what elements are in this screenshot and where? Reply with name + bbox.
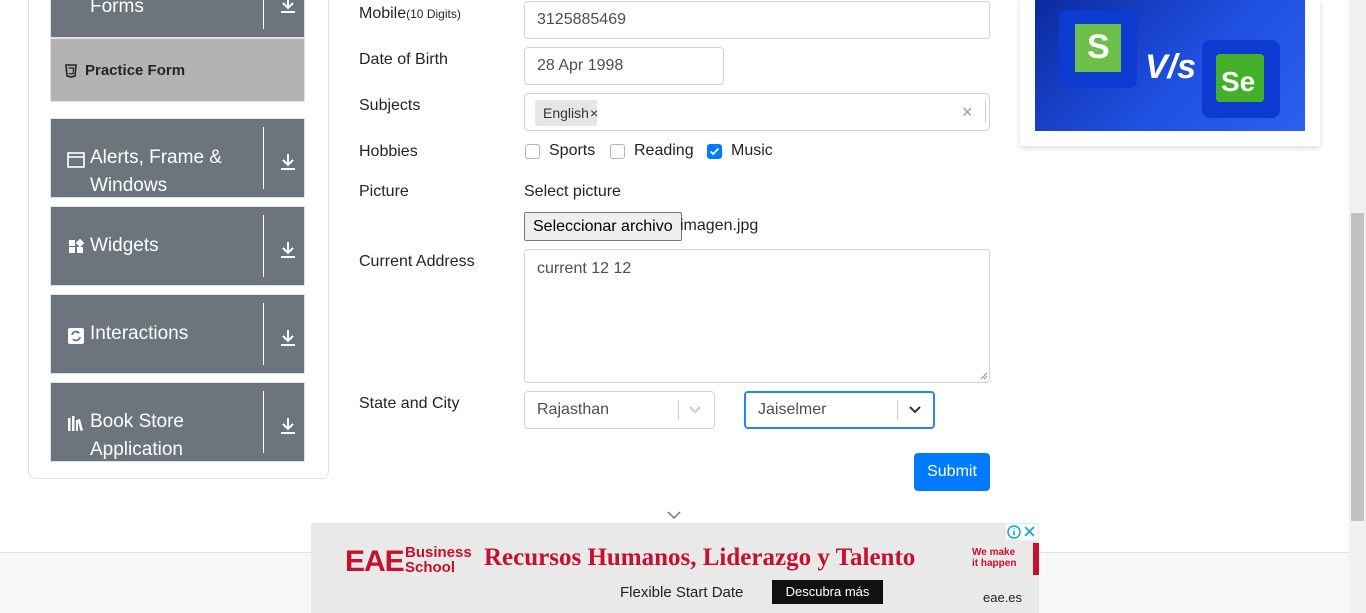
sidebar-group-label: Alerts, Frame & Windows	[90, 147, 222, 196]
ad-domain: eae.es	[983, 590, 1023, 605]
current-address-textarea[interactable]: current 12 12	[524, 249, 990, 383]
sidebar-group-label: Book Store Application	[90, 411, 184, 460]
katalon-logo: S	[1075, 24, 1121, 72]
divider	[263, 391, 264, 453]
picture-label: Picture	[359, 183, 409, 200]
chevron-down-icon[interactable]	[666, 510, 682, 520]
ad-tagline-1: We make	[972, 547, 1016, 558]
current-address-label: Current Address	[359, 253, 475, 270]
select-separator	[897, 400, 898, 420]
hobbies-label: Hobbies	[359, 143, 418, 160]
divider	[263, 127, 264, 189]
file-name: imagen.jpg	[680, 217, 759, 234]
selenium-logo: Se	[1216, 54, 1264, 102]
sidebar-group-alerts[interactable]: Alerts, Frame & Windows	[50, 118, 305, 198]
file-choose-button[interactable]: Seleccionar archivo	[524, 212, 682, 241]
page: { "sidebar": { "forms_label": "Forms", "…	[0, 0, 1366, 613]
scrollbar-thumb[interactable]	[1351, 213, 1364, 521]
subject-tag: English	[535, 100, 597, 126]
ad-brand-logo: EAE	[345, 545, 405, 578]
ad-accent-bar	[1033, 543, 1039, 575]
ad-cta-button[interactable]: Descubra más	[772, 580, 883, 604]
ad-info-icon[interactable]	[1006, 524, 1038, 540]
sidebar-group-label: Widgets	[90, 235, 159, 256]
ad-tagline-2: it happen	[972, 558, 1017, 569]
select-picture-label: Select picture	[524, 183, 621, 200]
resize-handle-icon[interactable]	[980, 372, 988, 380]
divider	[263, 303, 264, 365]
sports-label[interactable]: Sports	[549, 142, 595, 160]
sidebar-group-forms[interactable]: Forms	[50, 0, 305, 38]
divider	[263, 0, 264, 29]
music-checkbox[interactable]	[707, 144, 722, 159]
ad-brand-sub-2: School	[405, 559, 456, 576]
music-label[interactable]: Music	[731, 142, 773, 160]
sidebar-group-label: Interactions	[90, 323, 189, 344]
interactions-icon	[68, 328, 84, 344]
chevron-down-icon[interactable]	[688, 404, 702, 416]
state-select[interactable]: Rajasthan	[524, 391, 715, 429]
remove-tag-icon[interactable]: ×	[590, 100, 598, 126]
sidebar-group-widgets[interactable]: Widgets	[50, 206, 305, 286]
state-city-label: State and City	[359, 395, 460, 412]
select-separator	[678, 400, 679, 420]
state-value: Rajasthan	[537, 401, 610, 418]
subjects-label: Subjects	[359, 97, 421, 114]
katalon-letter: S	[1087, 28, 1110, 66]
check-icon	[709, 147, 720, 156]
download-arrow-icon[interactable]	[278, 328, 298, 348]
select-separator	[985, 100, 986, 122]
selenium-letters: Se	[1221, 66, 1256, 97]
sidebar-item-practice-form[interactable]: Practice Form	[50, 38, 305, 102]
reading-label[interactable]: Reading	[634, 142, 694, 160]
sidebar-item-label: Practice Form	[85, 62, 186, 79]
ad-vs-text: V/s	[1145, 48, 1197, 86]
mobile-hint: (10 Digits)	[406, 7, 461, 21]
ad-headline: Recursos Humanos, Liderazgo y Talento	[484, 544, 916, 571]
date-of-birth-input[interactable]: 28 Apr 1998	[524, 47, 724, 85]
download-arrow-icon[interactable]	[278, 416, 298, 436]
download-arrow-icon[interactable]	[278, 0, 298, 15]
mobile-input[interactable]: 3125885469	[524, 1, 990, 39]
sidebar-group-label: Forms	[90, 0, 144, 17]
ad-tagline: We make it happen	[972, 547, 1016, 569]
ad-choices[interactable]	[1006, 524, 1038, 540]
reading-checkbox[interactable]	[610, 144, 625, 159]
books-icon	[68, 416, 84, 432]
widgets-icon	[69, 239, 85, 253]
sidebar-group-book-store[interactable]: Book Store Application	[50, 382, 305, 462]
chevron-down-icon[interactable]	[908, 404, 922, 416]
divider	[263, 215, 264, 277]
clear-icon[interactable]: ×	[962, 101, 973, 123]
ad-brand-sub: Business School	[405, 545, 472, 575]
mobile-label-text: Mobile	[359, 5, 407, 22]
window-icon	[67, 152, 85, 168]
sports-checkbox[interactable]	[525, 144, 540, 159]
submit-button[interactable]: Submit	[914, 453, 990, 491]
city-select[interactable]: Jaiselmer	[744, 391, 935, 429]
mobile-label: Mobile(10 Digits)	[359, 5, 461, 23]
download-arrow-icon[interactable]	[278, 152, 298, 172]
download-arrow-icon[interactable]	[278, 240, 298, 260]
ad-subtitle: Flexible Start Date	[620, 584, 744, 601]
city-value: Jaiselmer	[758, 401, 827, 418]
sidebar-group-interactions[interactable]: Interactions	[50, 294, 305, 374]
dob-label: Date of Birth	[359, 51, 448, 68]
form-icon	[65, 64, 77, 78]
